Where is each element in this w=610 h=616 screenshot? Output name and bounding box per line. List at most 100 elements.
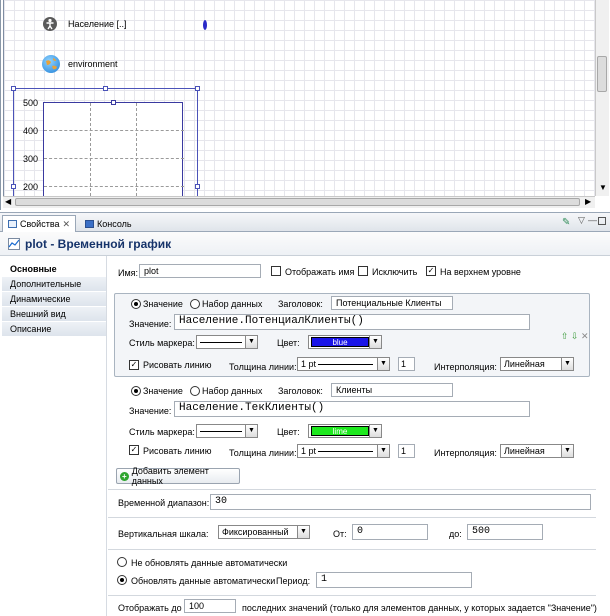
population-item-label[interactable]: Население [..] — [68, 19, 126, 29]
minimize-icon[interactable]: — — [588, 215, 597, 225]
scroll-right-icon[interactable]: ▶ — [585, 197, 591, 207]
panel-title-bar: plot - Временной график — [0, 232, 610, 256]
dataset-1-thickness-select[interactable]: 1 pt ▼ — [297, 357, 390, 371]
scroll-left-icon[interactable]: ◀ — [5, 197, 11, 207]
sidebar-item-dynamic[interactable]: Динамические — [2, 292, 106, 307]
no-auto-update-label: Не обновлять данные автоматически — [131, 558, 288, 568]
dataset-1-marker-label: Стиль маркера: — [129, 338, 195, 348]
dataset-2-draw-line-checkbox[interactable]: ✓ — [129, 445, 139, 455]
dataset-1-thickness-label: Толщина линии: — [229, 362, 297, 372]
dataset-2-draw-line-label: Рисовать линию — [143, 446, 212, 456]
show-last-suffix: последних значений (только для элементов… — [242, 603, 597, 613]
dataset-2-value-label: Значение: — [129, 406, 172, 416]
panel-title: plot - Временной график — [25, 236, 172, 251]
vertical-scale-select[interactable]: Фиксированный ▼ — [218, 525, 310, 539]
divider — [108, 489, 596, 490]
dataset-2-mode-value-label: Значение — [143, 386, 183, 396]
top-level-checkbox[interactable]: ✓ — [426, 266, 436, 276]
scale-from-field[interactable]: 0 — [352, 524, 428, 540]
scale-to-label: до: — [449, 529, 462, 539]
dataset-2-value-expression[interactable]: Население.ТекКлиенты() — [174, 401, 530, 417]
y-tick-500: 500 — [23, 98, 39, 108]
dataset-2-title-field[interactable]: Клиенты — [331, 383, 453, 397]
time-range-field[interactable]: 30 — [210, 494, 591, 510]
resize-handle[interactable] — [11, 184, 16, 189]
dataset-2-title-label: Заголовок: — [278, 386, 323, 396]
dataset-1-title-field[interactable]: Потенциальные Клиенты — [331, 296, 453, 310]
tab-properties[interactable]: Свойства ✕ — [2, 215, 77, 232]
dataset-1-value-expression[interactable]: Население.ПотенциалКлиенты() — [174, 314, 530, 330]
dataset-1-mode-dataset-label: Набор данных — [202, 299, 263, 309]
vertical-scroll-thumb[interactable] — [597, 56, 607, 92]
dataset-2-mode-value-radio[interactable] — [131, 386, 141, 396]
resize-handle[interactable] — [103, 86, 108, 91]
pin-view-icon[interactable]: ✎ — [562, 217, 570, 228]
horizontal-scroll-thumb[interactable] — [15, 198, 580, 206]
editor-canvas[interactable]: Население [..] environment 500 400 300 2… — [0, 0, 610, 210]
console-icon — [85, 219, 94, 228]
move-down-icon[interactable]: ⇩ — [571, 331, 579, 342]
stick-figure-icon[interactable] — [43, 17, 57, 31]
dataset-1-draw-line-label: Рисовать линию — [143, 360, 212, 370]
dataset-2-marker-select[interactable]: ▼ — [196, 424, 258, 438]
property-sections: Основные Дополнительные Динамические Вне… — [0, 262, 106, 616]
dataset-1-color-select[interactable]: blue ▼ — [308, 335, 382, 349]
sidebar-item-appearance[interactable]: Внешний вид — [2, 307, 106, 322]
divider — [108, 549, 596, 550]
close-icon[interactable]: ✕ — [63, 219, 71, 230]
tab-console-label: Консоль — [97, 218, 132, 229]
auto-update-radio[interactable] — [117, 575, 127, 585]
resize-handle[interactable] — [195, 86, 200, 91]
dataset-2-thickness-number[interactable]: 1 — [398, 444, 415, 458]
dataset-1-thickness-number[interactable]: 1 — [398, 357, 415, 371]
properties-icon — [8, 220, 17, 228]
view-tab-bar: Свойства ✕ Консоль ✎ ▽ — — [0, 212, 610, 232]
resize-handle[interactable] — [11, 86, 16, 91]
dataset-1-interpolation-select[interactable]: Линейная ▼ — [500, 357, 574, 371]
show-last-label: Отображать до — [118, 603, 182, 613]
tab-console[interactable]: Консоль — [80, 215, 137, 232]
show-name-checkbox[interactable] — [271, 266, 281, 276]
environment-item-label[interactable]: environment — [68, 59, 118, 69]
dataset-2-color-select[interactable]: lime ▼ — [308, 424, 382, 438]
dataset-2-mode-dataset-label: Набор данных — [202, 386, 263, 396]
dataset-2-thickness-label: Толщина линии: — [229, 448, 297, 458]
dataset-2-thickness-select[interactable]: 1 pt ▼ — [297, 444, 390, 458]
dataset-2-mode-dataset-radio[interactable] — [190, 386, 200, 396]
dataset-2-color-label: Цвет: — [277, 427, 300, 437]
remove-dataset-icon[interactable]: ✕ — [581, 331, 589, 342]
view-menu-icon[interactable]: ▽ — [578, 215, 585, 226]
maximize-icon[interactable] — [598, 217, 606, 225]
dataset-1-title-label: Заголовок: — [278, 299, 323, 309]
show-last-field[interactable]: 100 — [184, 599, 236, 613]
connection-port[interactable] — [203, 20, 207, 30]
globe-icon[interactable] — [42, 55, 60, 73]
dataset-1-marker-select[interactable]: ▼ — [196, 335, 258, 349]
no-auto-update-radio[interactable] — [117, 557, 127, 567]
time-plot-icon — [8, 237, 20, 250]
dataset-2-interpolation-select[interactable]: Линейная ▼ — [500, 444, 574, 458]
name-field[interactable]: plot — [139, 264, 261, 278]
resize-handle[interactable] — [111, 100, 116, 105]
sidebar-item-additional[interactable]: Дополнительные — [2, 277, 106, 292]
resize-handle[interactable] — [195, 184, 200, 189]
y-tick-400: 400 — [23, 126, 39, 136]
sidebar-item-description[interactable]: Описание — [2, 322, 106, 337]
time-range-label: Временной диапазон: — [118, 498, 210, 508]
divider — [108, 595, 596, 596]
add-dataset-button[interactable]: + Добавить элемент данных — [116, 466, 240, 486]
scale-to-field[interactable]: 500 — [467, 524, 543, 540]
y-tick-200: 200 — [23, 182, 39, 192]
add-dataset-label: Добавить элемент данных — [131, 466, 209, 486]
sidebar-item-main[interactable]: Основные — [2, 262, 106, 277]
dataset-1-mode-value-radio[interactable] — [131, 299, 141, 309]
exclude-checkbox[interactable] — [358, 266, 368, 276]
dataset-2-color-swatch: lime — [311, 426, 369, 436]
vertical-scrollbar[interactable] — [595, 0, 609, 196]
period-field[interactable]: 1 — [316, 572, 472, 588]
dataset-1-mode-dataset-radio[interactable] — [190, 299, 200, 309]
plot-area[interactable] — [43, 100, 184, 201]
scroll-down-icon[interactable]: ▼ — [599, 183, 607, 193]
dataset-1-draw-line-checkbox[interactable]: ✓ — [129, 360, 139, 370]
move-up-icon[interactable]: ⇧ — [561, 331, 569, 342]
